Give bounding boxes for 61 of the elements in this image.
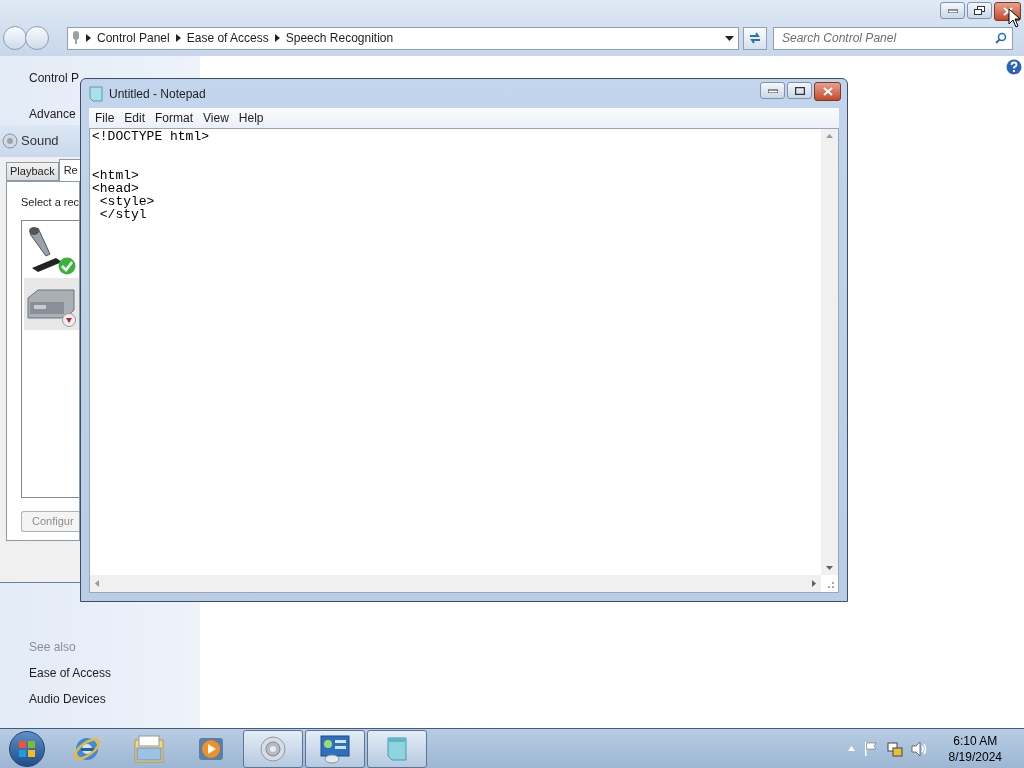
clock-date[interactable]: 8/19/2024 [948,748,1002,765]
refresh-button[interactable] [743,26,767,50]
close-icon [1002,7,1013,16]
restore-icon [974,6,985,15]
network-icon[interactable] [886,740,903,757]
scroll-up-icon[interactable] [826,134,833,138]
see-also-heading: See also [29,639,77,656]
forward-button[interactable] [25,26,49,50]
menu-item[interactable]: Format [151,109,198,127]
tab[interactable]: Playback [6,162,59,181]
address-bar[interactable]: Control Panel Ease of Access Speech Recognition [67,26,739,50]
search-icon [995,31,1007,44]
scroll-right-icon[interactable] [812,580,816,587]
chevron-right-icon [175,34,181,42]
vertical-scrollbar[interactable] [821,129,838,575]
flag-icon[interactable] [862,740,879,757]
maximize-icon [794,86,805,95]
control-panel-icon [319,733,351,764]
menu-item[interactable]: File [91,109,119,127]
taskbar-button[interactable] [367,729,427,768]
notepad-icon [89,85,103,102]
window-title: Untitled - Notepad [109,85,206,103]
minimize-icon [767,88,778,93]
back-button[interactable] [3,26,27,50]
tab[interactable]: Re [58,159,80,181]
breadcrumb-item[interactable]: Ease of Access [186,29,269,47]
sidebar-link[interactable]: Control P [29,71,80,86]
scroll-left-icon[interactable] [95,580,99,587]
speaker-icon [258,733,288,764]
chevron-right-icon [86,34,91,42]
speaker-icon [2,133,18,149]
see-also-link[interactable]: Ease of Access [29,664,171,682]
volume-icon[interactable] [910,740,929,757]
breadcrumb-item[interactable]: Speech Recognition [285,29,394,47]
taskbar-button[interactable] [305,729,365,768]
cursor-icon [1008,8,1020,28]
menu-item[interactable]: Help [234,109,268,127]
clock-time[interactable]: 6:10 AM [953,732,998,749]
sidebar-link[interactable]: Advance [29,107,76,122]
refresh-icon [748,32,762,44]
dialog-title: Sound [21,132,59,151]
breadcrumb-item[interactable]: Control Panel [97,29,170,47]
horizontal-scrollbar[interactable] [90,575,821,592]
close-button[interactable] [814,82,841,101]
see-also-link[interactable]: Audio Devices [29,690,171,708]
dropdown-arrow-icon[interactable] [725,35,734,41]
minimize-icon [947,8,958,13]
instruction-text: Select a rec [21,195,79,210]
chevron-right-icon [274,34,280,42]
microphone-icon [72,31,80,45]
menu-item[interactable]: Edit [120,109,150,127]
start-button[interactable] [9,730,45,767]
search-field[interactable]: Search Control Panel [773,26,1013,50]
scroll-down-icon[interactable] [826,566,833,570]
maximize-button[interactable] [787,82,812,99]
close-icon [822,87,833,96]
folder-icon [133,733,165,764]
taskbar-button[interactable] [243,729,303,768]
help-icon[interactable] [1006,59,1022,75]
menu-item[interactable]: View [199,109,233,127]
restore-button[interactable] [967,2,992,19]
